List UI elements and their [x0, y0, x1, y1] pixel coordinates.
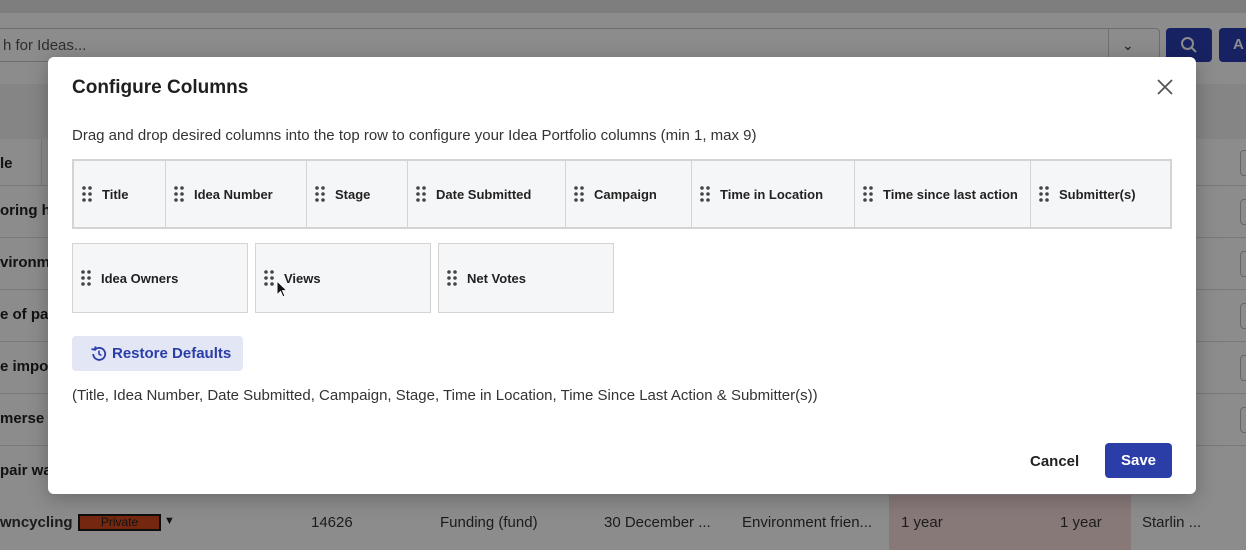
column-chip-label: Time since last action: [883, 186, 1018, 202]
grip-icon[interactable]: [447, 270, 457, 286]
cancel-button[interactable]: Cancel: [1018, 446, 1091, 480]
column-chip-stage[interactable]: Stage: [307, 161, 408, 227]
column-chip-idea-number[interactable]: Idea Number: [166, 161, 307, 227]
available-chip-net-votes[interactable]: Net Votes: [438, 243, 614, 313]
column-chip-label: Stage: [335, 186, 371, 202]
column-chip-time-since-last-action[interactable]: Time since last action: [855, 161, 1031, 227]
save-button[interactable]: Save: [1105, 443, 1172, 478]
selected-columns-row[interactable]: Title Idea Number Stage Date Submitted C…: [72, 159, 1172, 229]
column-chip-label: Time in Location: [720, 186, 824, 202]
restore-defaults-button[interactable]: Restore Defaults: [72, 336, 243, 371]
available-chip-idea-owners[interactable]: Idea Owners: [72, 243, 248, 313]
column-chip-campaign[interactable]: Campaign: [566, 161, 692, 227]
column-chip-label: Title: [102, 186, 129, 202]
column-chip-label: Views: [284, 270, 321, 286]
defaults-note: (Title, Idea Number, Date Submitted, Cam…: [72, 387, 818, 404]
column-chip-submitters[interactable]: Submitter(s): [1031, 161, 1170, 227]
grip-icon[interactable]: [1039, 186, 1049, 202]
column-chip-label: Idea Owners: [101, 270, 179, 286]
grip-icon[interactable]: [264, 270, 274, 286]
available-chip-views[interactable]: Views: [255, 243, 431, 313]
column-chip-label: Campaign: [594, 186, 657, 202]
instructions-text: Drag and drop desired columns into the t…: [72, 127, 757, 144]
column-chip-title[interactable]: Title: [74, 161, 166, 227]
grip-icon[interactable]: [174, 186, 184, 202]
grip-icon[interactable]: [416, 186, 426, 202]
column-chip-label: Submitter(s): [1059, 186, 1136, 202]
grip-icon[interactable]: [574, 186, 584, 202]
column-chip-label: Date Submitted: [436, 186, 532, 202]
configure-columns-modal: Configure Columns Drag and drop desired …: [48, 57, 1196, 494]
column-chip-label: Idea Number: [194, 186, 273, 202]
column-chip-time-in-location[interactable]: Time in Location: [692, 161, 855, 227]
grip-icon[interactable]: [315, 186, 325, 202]
restore-icon: [91, 345, 107, 361]
grip-icon[interactable]: [863, 186, 873, 202]
modal-title: Configure Columns: [72, 77, 249, 98]
column-chip-date-submitted[interactable]: Date Submitted: [408, 161, 566, 227]
grip-icon[interactable]: [700, 186, 710, 202]
cursor-icon: [276, 280, 288, 298]
restore-defaults-label: Restore Defaults: [112, 345, 232, 362]
close-icon[interactable]: [1154, 76, 1176, 98]
grip-icon[interactable]: [82, 186, 92, 202]
grip-icon[interactable]: [81, 270, 91, 286]
column-chip-label: Net Votes: [467, 270, 526, 286]
